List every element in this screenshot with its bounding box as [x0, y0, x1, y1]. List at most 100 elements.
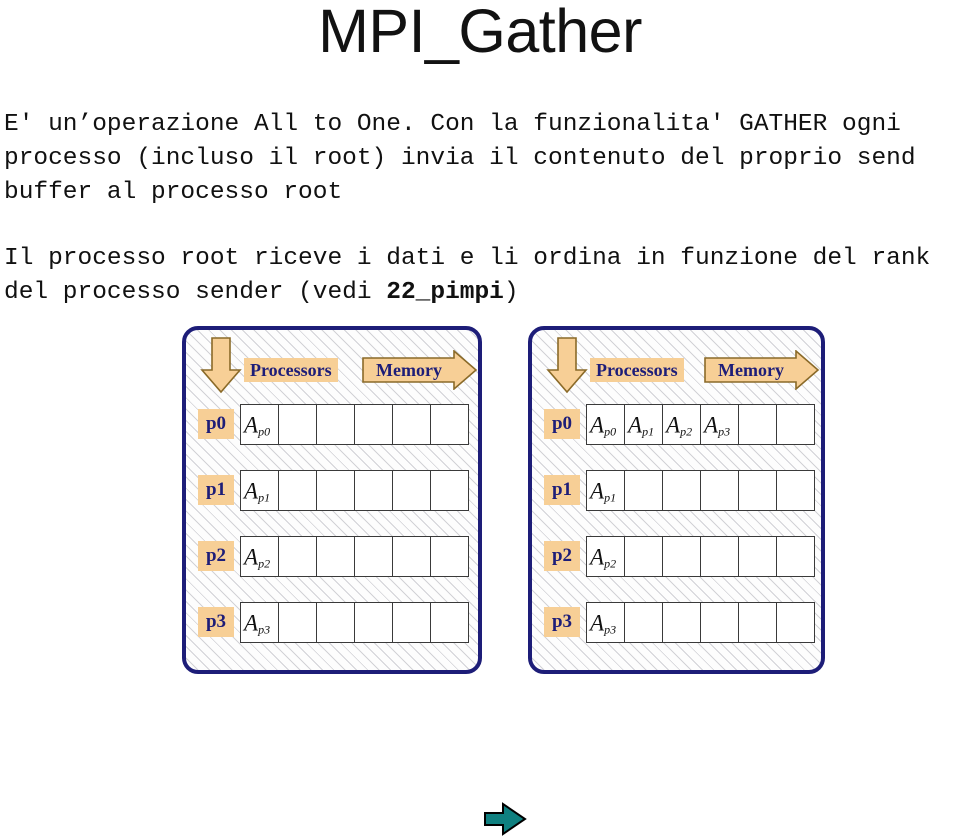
paragraph-2-tail: ) — [503, 279, 519, 306]
process-row: p3 Ap3 — [186, 602, 478, 643]
cell-label: Ap0 — [244, 412, 271, 438]
memory-cell: Ap3 — [587, 603, 625, 643]
process-badge: p3 — [198, 607, 234, 637]
memory-cell — [317, 537, 355, 577]
memory-cell — [777, 603, 815, 643]
memory-cell — [431, 603, 469, 643]
memory-cell — [739, 537, 777, 577]
memory-cell: Ap1 — [587, 471, 625, 511]
description-paragraph-1: E' un’operazione All to One. Con la funz… — [4, 111, 931, 206]
panel-after-gather: Processors Memory p0 Ap0 Ap1 Ap2 Ap3 p1 — [528, 326, 825, 674]
memory-cell — [393, 471, 431, 511]
memory-cell: Ap3 — [241, 603, 279, 643]
process-row: p3 Ap3 — [532, 602, 821, 643]
process-row: p0 Ap0 — [186, 404, 478, 445]
process-badge: p1 — [544, 475, 580, 505]
memory-cell — [431, 471, 469, 511]
memory-buffer: Ap3 — [240, 602, 469, 643]
memory-buffer: Ap2 — [240, 536, 469, 577]
processors-label: Processors — [590, 358, 684, 382]
memory-cell: Ap1 — [241, 471, 279, 511]
process-badge: p0 — [198, 409, 234, 439]
memory-cell — [279, 471, 317, 511]
memory-cell — [625, 537, 663, 577]
cell-label: Ap0 — [590, 412, 617, 438]
process-badge: p2 — [198, 541, 234, 571]
process-row: p2 Ap2 — [186, 536, 478, 577]
memory-cell — [355, 537, 393, 577]
description-paragraph-2: Il processo root riceve i dati e li ordi… — [4, 242, 960, 310]
memory-cell — [777, 405, 815, 445]
memory-cell — [625, 603, 663, 643]
memory-cell: Ap0 — [241, 405, 279, 445]
memory-cell — [663, 537, 701, 577]
memory-cell — [317, 405, 355, 445]
memory-cell — [625, 471, 663, 511]
process-badge: p2 — [544, 541, 580, 571]
memory-cell — [739, 471, 777, 511]
memory-cell — [279, 405, 317, 445]
memory-cell — [431, 537, 469, 577]
memory-cell — [739, 603, 777, 643]
memory-cell — [663, 603, 701, 643]
memory-cell — [393, 405, 431, 445]
memory-cell: Ap1 — [625, 405, 663, 445]
memory-buffer: Ap1 — [240, 470, 469, 511]
panel-header: Processors Memory — [532, 330, 821, 400]
process-row: p2 Ap2 — [532, 536, 821, 577]
memory-cell — [355, 603, 393, 643]
process-badge: p0 — [544, 409, 580, 439]
memory-buffer: Ap2 — [586, 536, 815, 577]
memory-cell — [701, 603, 739, 643]
cell-label: Ap3 — [590, 610, 617, 636]
panel-header: Processors Memory — [186, 330, 478, 400]
memory-cell — [431, 405, 469, 445]
memory-cell — [317, 603, 355, 643]
memory-buffer: Ap1 — [586, 470, 815, 511]
cell-label: Ap2 — [666, 412, 693, 438]
memory-cell — [393, 603, 431, 643]
process-badge: p3 — [544, 607, 580, 637]
memory-cell — [701, 471, 739, 511]
memory-buffer: Ap0 Ap1 Ap2 Ap3 — [586, 404, 815, 445]
slide-reference: 22_pimpi — [386, 279, 504, 306]
memory-cell — [701, 537, 739, 577]
panel-before-gather: Processors Memory p0 Ap0 p1 Ap1 p2 Ap2 p… — [182, 326, 482, 674]
down-arrow-icon — [200, 336, 242, 394]
memory-cell: Ap2 — [587, 537, 625, 577]
memory-arrow-label: Memory — [704, 350, 820, 390]
memory-cell — [663, 471, 701, 511]
cell-label: Ap1 — [590, 478, 617, 504]
cell-label: Ap1 — [628, 412, 655, 438]
cell-label: Ap1 — [244, 478, 271, 504]
down-arrow-icon — [546, 336, 588, 394]
cell-label: Ap2 — [244, 544, 271, 570]
gather-diagram: Processors Memory p0 Ap0 p1 Ap1 p2 Ap2 p… — [0, 326, 960, 836]
process-badge: p1 — [198, 475, 234, 505]
memory-cell: Ap0 — [587, 405, 625, 445]
memory-cell — [355, 405, 393, 445]
cell-label: Ap3 — [704, 412, 731, 438]
memory-cell: Ap2 — [663, 405, 701, 445]
memory-arrow-label: Memory — [362, 350, 478, 390]
process-row: p1 Ap1 — [532, 470, 821, 511]
memory-cell — [317, 471, 355, 511]
memory-cell — [393, 537, 431, 577]
page-title: MPI_Gather — [318, 0, 642, 65]
memory-cell — [279, 537, 317, 577]
processors-label: Processors — [244, 358, 338, 382]
right-arrow-icon — [483, 802, 527, 836]
cell-label: Ap2 — [590, 544, 617, 570]
memory-cell — [355, 471, 393, 511]
process-row: p0 Ap0 Ap1 Ap2 Ap3 — [532, 404, 821, 445]
memory-cell: Ap2 — [241, 537, 279, 577]
memory-buffer: Ap3 — [586, 602, 815, 643]
memory-cell: Ap3 — [701, 405, 739, 445]
memory-cell — [279, 603, 317, 643]
process-row: p1 Ap1 — [186, 470, 478, 511]
cell-label: Ap3 — [244, 610, 271, 636]
memory-buffer: Ap0 — [240, 404, 469, 445]
memory-cell — [777, 471, 815, 511]
memory-cell — [739, 405, 777, 445]
memory-cell — [777, 537, 815, 577]
